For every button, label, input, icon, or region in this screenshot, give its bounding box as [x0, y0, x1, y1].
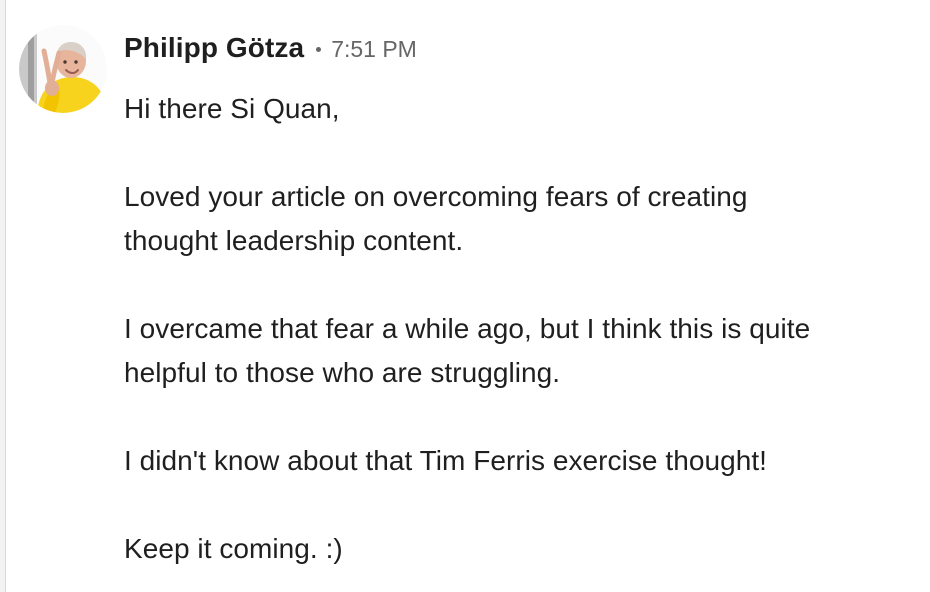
sender-name[interactable]: Philipp Götza	[124, 31, 304, 65]
message-line: Keep it coming. :)	[124, 533, 343, 564]
message-header: Philipp Götza 7:51 PM	[124, 31, 417, 65]
message-line: helpful to those who are struggling.	[124, 357, 561, 388]
message-timestamp: 7:51 PM	[331, 35, 417, 62]
message-item: Philipp Götza 7:51 PM Hi there Si Quan, …	[0, 0, 930, 592]
message-line: Loved your article on overcoming fears o…	[124, 181, 748, 212]
sender-avatar[interactable]	[19, 25, 107, 113]
message-line: I didn't know about that Tim Ferris exer…	[124, 445, 767, 476]
message-line: I overcame that fear a while ago, but I …	[124, 313, 811, 344]
message-line: thought leadership content.	[124, 225, 464, 256]
message-line: Hi there Si Quan,	[124, 93, 340, 124]
person-avatar-icon	[19, 25, 107, 113]
separator-dot-icon	[316, 46, 322, 52]
